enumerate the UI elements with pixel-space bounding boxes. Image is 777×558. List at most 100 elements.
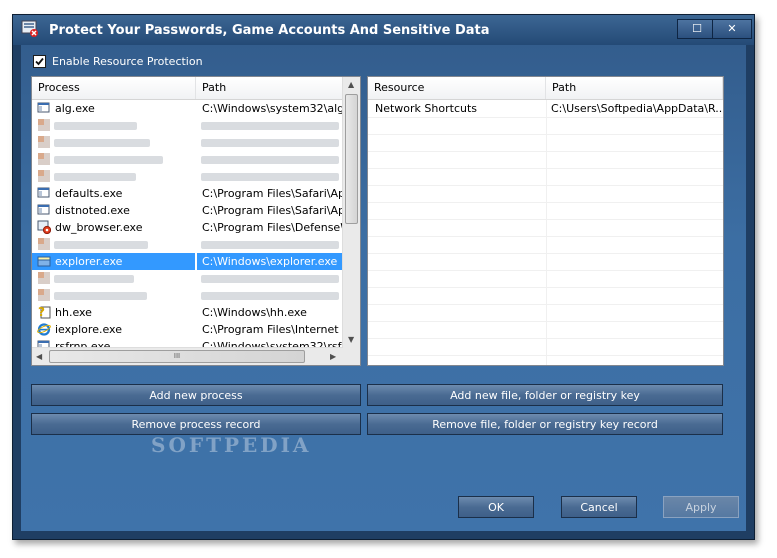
process-path: C:\Program Files\DefenseWa	[202, 221, 343, 234]
title-bar[interactable]: Protect Your Passwords, Game Accounts An…	[13, 15, 754, 45]
redacted-text	[201, 122, 339, 130]
process-row[interactable]: dw_browser.exe C:\Program Files\DefenseWa	[32, 219, 343, 236]
add-resource-button[interactable]: Add new file, folder or registry key	[367, 384, 723, 406]
process-list[interactable]: Process Path alg.exe C:\Windows\system32\…	[31, 76, 361, 366]
scroll-down-arrow-icon[interactable]: ▼	[348, 335, 354, 344]
process-row[interactable]	[32, 168, 343, 185]
process-row[interactable]	[32, 236, 343, 253]
process-row[interactable]	[32, 117, 343, 134]
process-name-cell[interactable]	[32, 168, 195, 185]
process-name-cell[interactable]: distnoted.exe	[32, 202, 195, 219]
process-name-cell[interactable]	[32, 287, 195, 304]
blurred-icon	[37, 169, 51, 183]
redacted-text	[54, 156, 163, 164]
redacted-text	[201, 156, 339, 164]
add-process-button[interactable]: Add new process	[31, 384, 361, 406]
process-name: distnoted.exe	[55, 204, 130, 217]
redacted-text	[54, 139, 150, 147]
process-name-cell[interactable]: ? hh.exe	[32, 304, 195, 321]
blurred-icon	[37, 152, 51, 166]
horizontal-scroll-thumb[interactable]: III	[49, 350, 305, 363]
process-name-cell[interactable]	[32, 236, 195, 253]
ok-button[interactable]: OK	[458, 496, 534, 518]
process-row[interactable]: ? hh.exe C:\Windows\hh.exe	[32, 304, 343, 321]
process-path-cell[interactable]: C:\Program Files\DefenseWa	[197, 219, 343, 236]
redacted-text	[54, 122, 137, 130]
redacted-text	[201, 173, 339, 181]
column-header-process[interactable]: Process	[32, 77, 196, 99]
process-path: C:\Windows\system32\alg.ex	[202, 102, 343, 115]
column-header-resource-path[interactable]: Path	[546, 77, 723, 99]
process-path-cell[interactable]	[197, 134, 343, 151]
process-name: iexplore.exe	[55, 323, 122, 336]
svg-text:?: ?	[38, 305, 45, 319]
client-area: Enable Resource Protection Process Path …	[21, 45, 746, 531]
process-path-cell[interactable]	[197, 270, 343, 287]
process-name: explorer.exe	[55, 255, 123, 268]
process-name-cell[interactable]	[32, 270, 195, 287]
scroll-left-arrow-icon[interactable]: ◀	[36, 352, 42, 361]
enable-protection-label: Enable Resource Protection	[52, 55, 203, 68]
process-name-cell[interactable]	[32, 134, 195, 151]
vertical-scroll-thumb[interactable]	[345, 94, 358, 224]
process-path-cell[interactable]	[197, 117, 343, 134]
process-row[interactable]: iexplore.exe C:\Program Files\Internet Ex…	[32, 321, 343, 338]
process-path-cell[interactable]: C:\Program Files\Internet Exp	[197, 321, 343, 338]
blurred-icon	[37, 135, 51, 149]
process-name-cell[interactable]: explorer.exe	[32, 253, 195, 270]
process-vertical-scrollbar[interactable]: ▲ ▼	[342, 77, 360, 348]
process-name-cell[interactable]	[32, 117, 195, 134]
process-name: defaults.exe	[55, 187, 123, 200]
column-header-resource[interactable]: Resource	[368, 77, 546, 99]
process-path-cell[interactable]: C:\Program Files\Safari\Apple	[197, 185, 343, 202]
enable-protection-row[interactable]: Enable Resource Protection	[33, 55, 203, 68]
process-path-cell[interactable]	[197, 168, 343, 185]
maximize-button[interactable]: ☐	[677, 19, 717, 39]
scroll-right-arrow-icon[interactable]: ▶	[330, 352, 336, 361]
process-path-cell[interactable]	[197, 236, 343, 253]
process-row[interactable]: alg.exe C:\Windows\system32\alg.ex	[32, 100, 343, 117]
process-row[interactable]: defaults.exe C:\Program Files\Safari\Appl…	[32, 185, 343, 202]
process-name: alg.exe	[55, 102, 95, 115]
resource-row[interactable]: Network Shortcuts C:\Users\Softpedia\AppD…	[368, 100, 723, 117]
process-path-cell[interactable]: C:\Program Files\Safari\Apple	[197, 202, 343, 219]
resource-list[interactable]: Resource Path Network Shortcuts C:\Users\…	[367, 76, 724, 366]
close-button[interactable]: ✕	[712, 19, 752, 39]
help-icon: ?	[37, 305, 51, 319]
process-row[interactable]: distnoted.exe C:\Program Files\Safari\App…	[32, 202, 343, 219]
process-name-cell[interactable]: defaults.exe	[32, 185, 195, 202]
blurred-icon	[37, 237, 51, 251]
process-path: C:\Program Files\Internet Exp	[202, 323, 343, 336]
process-path-cell[interactable]: C:\Windows\explorer.exe	[197, 253, 343, 270]
column-header-path[interactable]: Path	[196, 77, 343, 99]
scroll-up-arrow-icon[interactable]: ▲	[348, 80, 354, 89]
resource-path: C:\Users\Softpedia\AppData\R...	[551, 102, 724, 115]
window-title: Protect Your Passwords, Game Accounts An…	[49, 23, 490, 38]
process-path-cell[interactable]	[197, 287, 343, 304]
process-name-cell[interactable]	[32, 151, 195, 168]
process-name: hh.exe	[55, 306, 92, 319]
process-path-cell[interactable]: C:\Windows\system32\alg.ex	[197, 100, 343, 117]
process-name: dw_browser.exe	[55, 221, 143, 234]
remove-process-button[interactable]: Remove process record	[31, 413, 361, 435]
process-name-cell[interactable]: alg.exe	[32, 100, 195, 117]
process-list-header: Process Path	[32, 77, 360, 100]
scroll-corner	[343, 348, 360, 365]
process-path-cell[interactable]	[197, 151, 343, 168]
process-horizontal-scrollbar[interactable]: ◀ III ▶	[32, 347, 343, 365]
process-name-cell[interactable]: iexplore.exe	[32, 321, 195, 338]
remove-resource-button[interactable]: Remove file, folder or registry key reco…	[367, 413, 723, 435]
process-row[interactable]	[32, 287, 343, 304]
app-icon	[37, 203, 51, 217]
enable-protection-checkbox[interactable]	[33, 55, 46, 68]
process-row[interactable]: explorer.exe C:\Windows\explorer.exe	[32, 253, 343, 270]
process-row[interactable]	[32, 270, 343, 287]
app-icon	[37, 186, 51, 200]
process-row[interactable]	[32, 151, 343, 168]
process-path-cell[interactable]: C:\Windows\hh.exe	[197, 304, 343, 321]
process-row[interactable]	[32, 134, 343, 151]
apply-button[interactable]: Apply	[663, 496, 739, 518]
redacted-text	[201, 139, 339, 147]
process-name-cell[interactable]: dw_browser.exe	[32, 219, 195, 236]
cancel-button[interactable]: Cancel	[561, 496, 637, 518]
